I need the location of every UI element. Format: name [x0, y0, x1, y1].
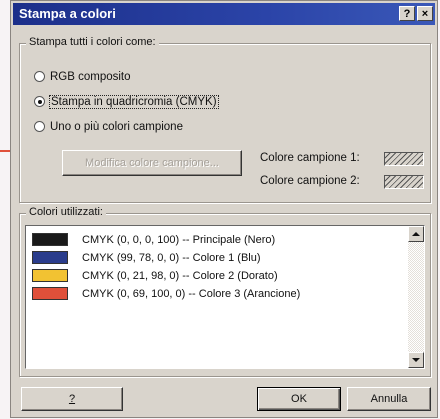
radio-rgb-label: RGB composito [50, 71, 131, 83]
radio-dot[interactable] [34, 120, 45, 132]
list-item-text: CMYK (99, 78, 0, 0) -- Colore 1 (Blu) [82, 252, 261, 265]
radio-cmyk-label: Stampa in quadricromia (CMYK) [49, 95, 219, 109]
list-item[interactable]: CMYK (99, 78, 0, 0) -- Colore 1 (Blu) [32, 250, 261, 266]
radio-dot-selected[interactable] [34, 95, 45, 107]
color-swatch [32, 286, 68, 300]
scroll-down-button[interactable] [408, 352, 424, 368]
radio-dot[interactable] [34, 70, 45, 82]
help-title-button[interactable]: ? [399, 6, 415, 21]
ok-button[interactable]: OK [257, 387, 341, 411]
edit-spot-color-button[interactable]: Modifica colore campione... [62, 150, 242, 176]
colors-used-legend: Colori utilizzati: [26, 206, 106, 218]
spot-color-2-swatch[interactable] [384, 175, 424, 189]
cancel-button[interactable]: Annulla [347, 387, 431, 411]
vertical-scrollbar[interactable] [408, 226, 424, 368]
help-button[interactable]: ? [21, 387, 123, 411]
list-item[interactable]: CMYK (0, 0, 0, 100) -- Principale (Nero) [32, 232, 275, 248]
print-mode-legend: Stampa tutti i colori come: [26, 36, 159, 48]
close-title-button[interactable]: × [417, 6, 433, 21]
color-swatch [32, 250, 68, 264]
colors-list[interactable]: CMYK (0, 0, 0, 100) -- Principale (Nero)… [25, 225, 425, 369]
radio-cmyk[interactable]: Stampa in quadricromia (CMYK) [34, 94, 219, 110]
list-item-text: CMYK (0, 21, 98, 0) -- Colore 2 (Dorato) [82, 270, 278, 283]
list-item-text: CMYK (0, 0, 0, 100) -- Principale (Nero) [82, 234, 276, 247]
dialog-title: Stampa a colori [19, 6, 116, 21]
color-swatch [32, 232, 68, 246]
radio-spot[interactable]: Uno o più colori campione [34, 119, 183, 135]
title-bar: Stampa a colori ? × [13, 3, 435, 25]
spot-color-2-label: Colore campione 2: [260, 175, 360, 187]
list-item[interactable]: CMYK (0, 69, 100, 0) -- Colore 3 (Aranci… [32, 286, 300, 302]
scroll-up-button[interactable] [408, 226, 424, 242]
spot-color-1-swatch[interactable] [384, 152, 424, 166]
color-swatch [32, 268, 68, 282]
radio-rgb[interactable]: RGB composito [34, 69, 131, 85]
spot-color-1-label: Colore campione 1: [260, 152, 360, 164]
list-item-text: CMYK (0, 69, 100, 0) -- Colore 3 (Aranci… [82, 288, 301, 301]
radio-spot-label: Uno o più colori campione [50, 121, 183, 133]
arrow-down-icon [412, 358, 420, 362]
print-colors-dialog: Stampa a colori ? × Stampa tutti i color… [10, 0, 438, 418]
arrow-up-icon [412, 232, 420, 236]
list-item[interactable]: CMYK (0, 21, 98, 0) -- Colore 2 (Dorato) [32, 268, 278, 284]
print-mode-group: Stampa tutti i colori come: RGB composit… [19, 36, 431, 203]
